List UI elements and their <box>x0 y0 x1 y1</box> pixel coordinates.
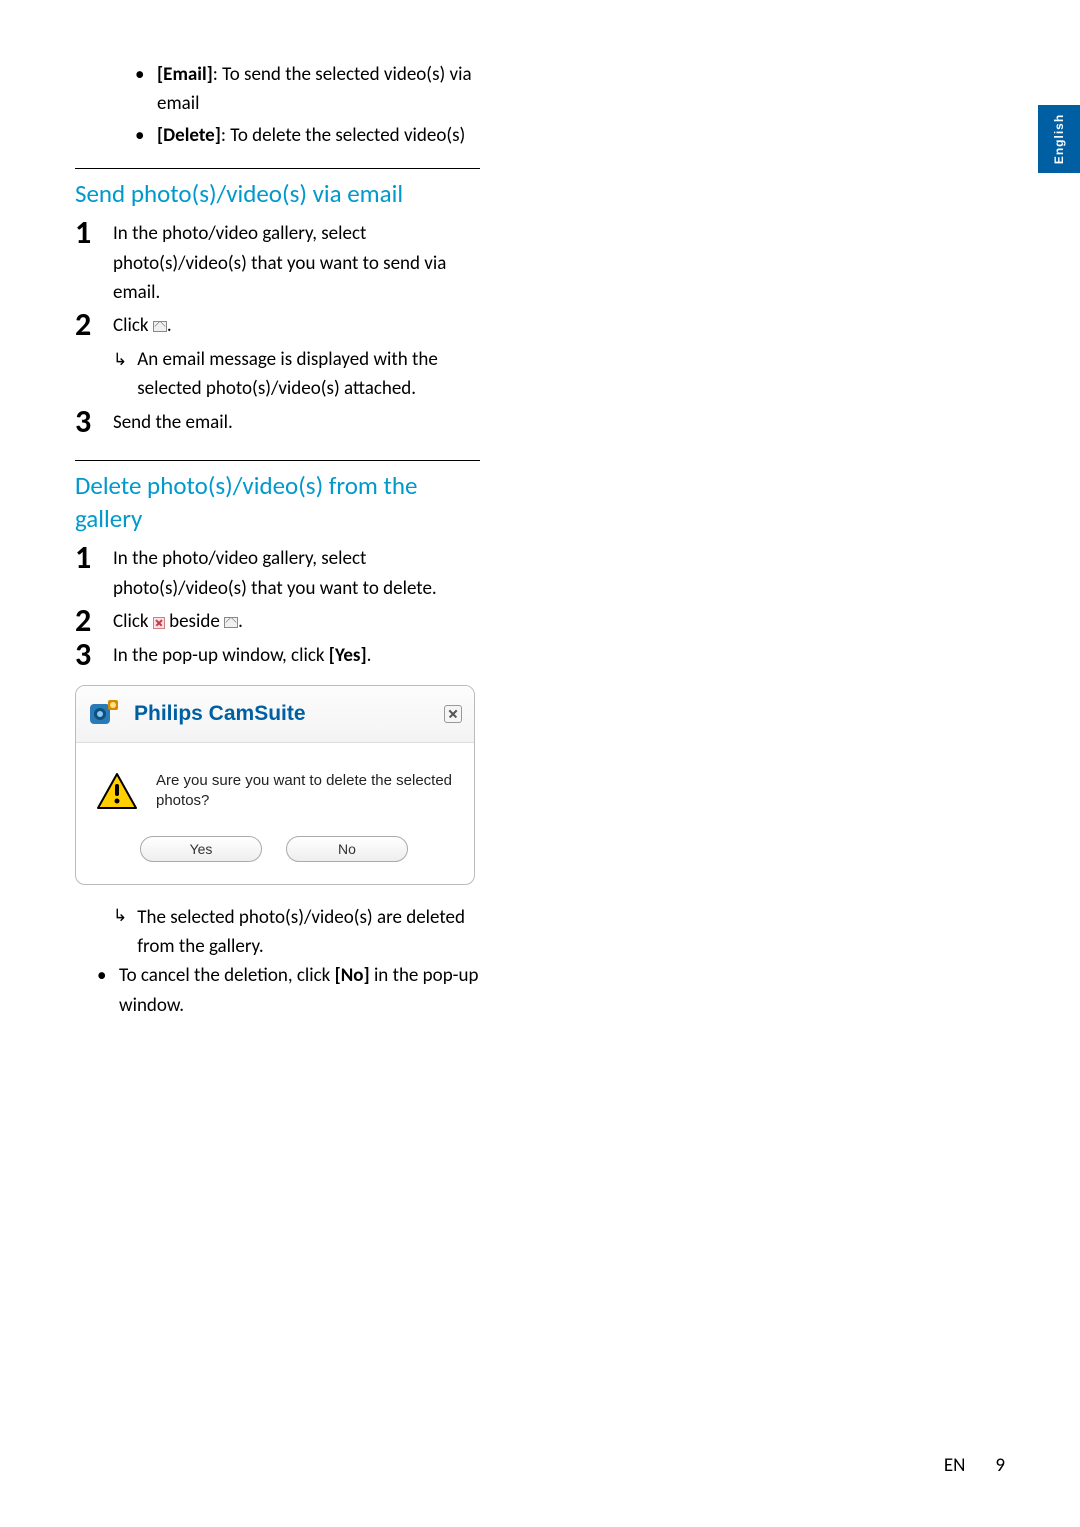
step-number: 3 <box>75 639 113 671</box>
step-text-post: . <box>367 644 372 667</box>
dialog-buttons: Yes No <box>76 822 474 884</box>
dialog-close-button[interactable] <box>444 705 462 723</box>
delete-heading: Delete photo(s)/video(s) from the galler… <box>75 469 480 537</box>
step-3: 3 In the pop-up window, click [Yes]. <box>75 641 480 671</box>
step-text: In the photo/video gallery, select photo… <box>113 219 480 307</box>
step-text: Click beside . <box>113 607 480 636</box>
step-number: 3 <box>75 406 113 438</box>
step-number: 1 <box>75 217 113 249</box>
delete-steps: 1 In the photo/video gallery, select pho… <box>75 544 480 671</box>
step-number: 1 <box>75 542 113 574</box>
result-arrow-icon: ↳ <box>113 905 127 926</box>
intro-bullets: [Email]: To send the selected video(s) v… <box>135 60 480 150</box>
step-text-pre: In the pop-up window, click <box>113 644 329 667</box>
send-email-steps: 1 In the photo/video gallery, select pho… <box>75 219 480 438</box>
step-text: In the photo/video gallery, select photo… <box>113 544 480 603</box>
bullet-delete: [Delete]: To delete the selected video(s… <box>135 121 480 150</box>
cancel-bullet: To cancel the deletion, click [No] in th… <box>97 961 480 1020</box>
step-3: 3 Send the email. <box>75 408 480 438</box>
footer-page-number: 9 <box>995 1454 1005 1477</box>
step-text-pre: Click <box>113 314 153 337</box>
result-text: An email message is displayed with the s… <box>137 345 480 404</box>
step-text-post: . <box>167 314 172 337</box>
warning-icon <box>96 772 138 810</box>
send-email-heading: Send photo(s)/video(s) via email <box>75 177 480 211</box>
step-text-post: . <box>238 610 243 633</box>
result-text: The selected photo(s)/video(s) are delet… <box>137 903 480 962</box>
camsuite-logo-icon <box>86 696 122 732</box>
footer-lang: EN <box>944 1454 966 1477</box>
no-button[interactable]: No <box>286 836 408 862</box>
step-number: 2 <box>75 309 113 341</box>
language-label: English <box>1052 114 1066 164</box>
bullet-desc: : To delete the selected video(s) <box>221 124 465 147</box>
page-footer: EN 9 <box>944 1454 1005 1477</box>
delete-x-icon <box>153 617 165 629</box>
result-arrow-icon: ↳ <box>113 347 127 373</box>
step-text: Send the email. <box>113 408 480 437</box>
language-tab: English <box>1038 105 1080 173</box>
bullet-email: [Email]: To send the selected video(s) v… <box>135 60 480 119</box>
dialog-message: Are you sure you want to delete the sele… <box>156 771 454 812</box>
yes-button[interactable]: Yes <box>140 836 262 862</box>
step-result: ↳ An email message is displayed with the… <box>113 345 480 404</box>
section-divider <box>75 460 480 461</box>
envelope-icon <box>224 617 238 628</box>
envelope-icon <box>153 321 167 332</box>
step-2: 2 Click . ↳ An email message is displaye… <box>75 311 480 403</box>
content-column: [Email]: To send the selected video(s) v… <box>75 60 480 1020</box>
cancel-note: To cancel the deletion, click [No] in th… <box>97 961 480 1020</box>
step-2: 2 Click beside . <box>75 607 480 637</box>
delete-result: ↳ The selected photo(s)/video(s) are del… <box>113 903 480 962</box>
dialog-title: Philips CamSuite <box>134 702 444 726</box>
step-1: 1 In the photo/video gallery, select pho… <box>75 544 480 603</box>
bullet-label: [Email] <box>157 63 213 86</box>
dialog-body: Are you sure you want to delete the sele… <box>76 743 474 822</box>
step-text: Click . ↳ An email message is displayed … <box>113 311 480 403</box>
cancel-pre: To cancel the deletion, click <box>119 964 335 987</box>
cancel-bold: [No] <box>335 964 370 987</box>
confirm-dialog: Philips CamSuite Are you sure you want t… <box>75 685 475 885</box>
dialog-header: Philips CamSuite <box>76 686 474 743</box>
step-text-pre: Click <box>113 610 153 633</box>
step-1: 1 In the photo/video gallery, select pho… <box>75 219 480 307</box>
step-text: In the pop-up window, click [Yes]. <box>113 641 480 670</box>
bullet-label: [Delete] <box>157 124 221 147</box>
post-dialog-block: ↳ The selected photo(s)/video(s) are del… <box>113 903 480 962</box>
step-number: 2 <box>75 605 113 637</box>
step-text-bold: [Yes] <box>329 644 367 667</box>
section-divider <box>75 168 480 169</box>
step-text-mid: beside <box>165 610 224 633</box>
